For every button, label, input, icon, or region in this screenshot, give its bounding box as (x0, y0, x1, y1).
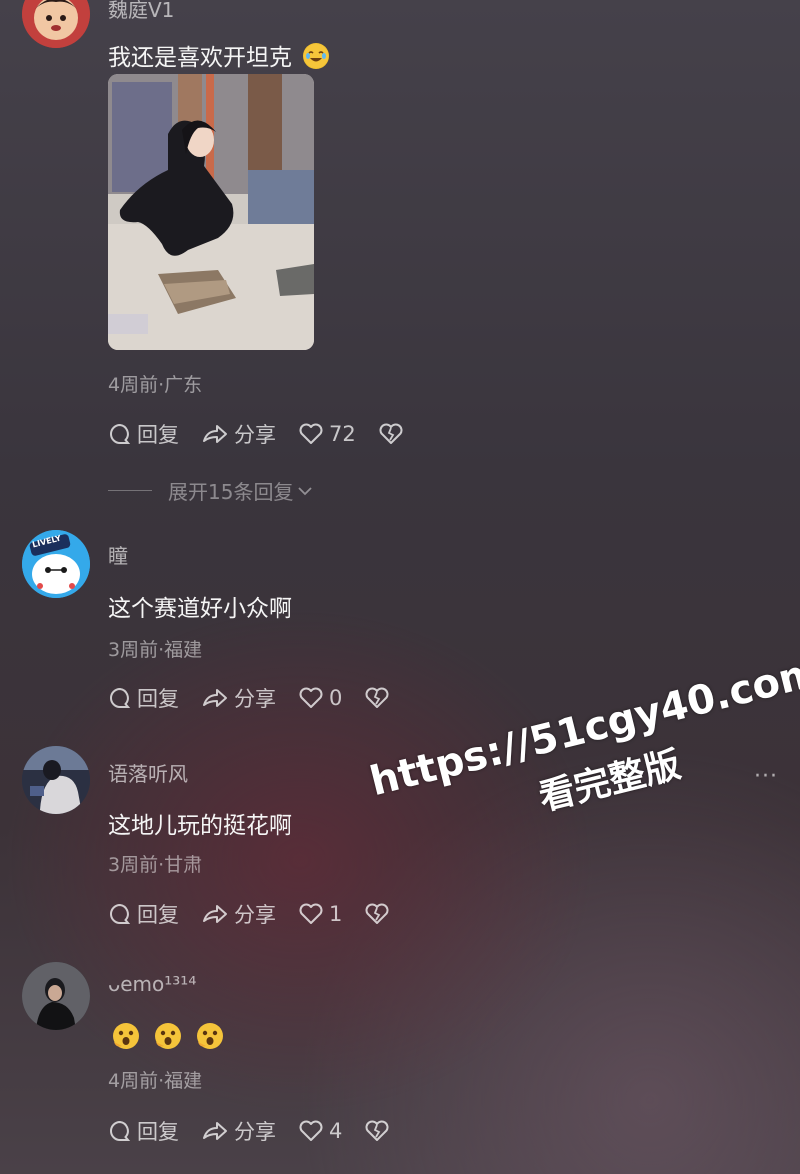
shocked-emoji-icon (196, 1022, 224, 1054)
reply-icon (108, 686, 137, 710)
username[interactable]: 语落听风 (108, 758, 188, 787)
shocked-emoji-icon (154, 1022, 182, 1054)
share-button[interactable]: 分享 (201, 683, 276, 713)
watermark: https://51cgy40.com 看完整版 (339, 593, 800, 860)
laughing-emoji-icon (303, 43, 330, 69)
expand-replies-label: 展开15条回复 (168, 480, 294, 504)
share-icon (201, 1119, 234, 1143)
reply-button[interactable]: 回复 (108, 419, 179, 449)
avatar[interactable] (22, 0, 90, 48)
like-button[interactable]: 72 (298, 422, 356, 446)
shocked-emoji-icon (112, 1022, 140, 1054)
divider (108, 490, 152, 491)
share-label: 分享 (234, 1120, 276, 1144)
broken-heart-icon (378, 422, 409, 446)
heart-icon (298, 902, 329, 926)
chevron-down-icon (297, 485, 313, 497)
share-button[interactable]: 分享 (201, 419, 276, 449)
like-count: 1 (329, 902, 343, 926)
like-count: 72 (329, 422, 356, 446)
reply-label: 回复 (137, 423, 179, 447)
reply-icon (108, 902, 137, 926)
dislike-button[interactable] (364, 1119, 395, 1143)
comment-text-content: 我还是喜欢开坦克 (108, 45, 292, 71)
reply-label: 回复 (137, 903, 179, 927)
reply-label: 回复 (137, 687, 179, 711)
share-icon (201, 902, 234, 926)
comment-actions: 回复 分享 1 (108, 899, 417, 929)
share-icon (201, 686, 234, 710)
comment-text: 这个赛道好小众啊 (108, 596, 292, 622)
reply-label: 回复 (137, 1120, 179, 1144)
share-label: 分享 (234, 687, 276, 711)
share-label: 分享 (234, 903, 276, 927)
heart-icon (298, 686, 329, 710)
share-label: 分享 (234, 423, 276, 447)
username[interactable]: ᴗemo¹³¹⁴ (108, 972, 196, 996)
comment-meta: 3周前·福建 (108, 639, 203, 661)
broken-heart-icon (364, 1119, 395, 1143)
avatar[interactable] (22, 746, 90, 814)
like-count: 4 (329, 1119, 343, 1143)
comment-meta: 3周前·甘肃 (108, 854, 203, 876)
comment-meta: 4周前·广东 (108, 374, 203, 396)
dislike-button[interactable] (378, 422, 409, 446)
reply-button[interactable]: 回复 (108, 683, 179, 713)
like-button[interactable]: 0 (298, 686, 342, 710)
reply-button[interactable]: 回复 (108, 1116, 179, 1146)
avatar[interactable] (22, 962, 90, 1030)
reply-icon (108, 422, 137, 446)
comment-actions: 回复 分享 72 (108, 419, 431, 449)
username[interactable]: 瞳 (108, 540, 128, 569)
comment-text: 这地儿玩的挺花啊 (108, 813, 292, 839)
reply-icon (108, 1119, 137, 1143)
share-icon (201, 422, 234, 446)
heart-icon (298, 1119, 329, 1143)
avatar[interactable]: LIVELY (22, 530, 90, 598)
reply-button[interactable]: 回复 (108, 899, 179, 929)
share-button[interactable]: 分享 (201, 899, 276, 929)
comment-photo[interactable] (108, 74, 314, 350)
like-button[interactable]: 4 (298, 1119, 342, 1143)
like-button[interactable]: 1 (298, 902, 342, 926)
comment-text: 我还是喜欢开坦克 (108, 38, 330, 72)
comment-meta: 4周前·福建 (108, 1070, 203, 1092)
heart-icon (298, 422, 329, 446)
more-options-button[interactable]: ··· (754, 764, 778, 789)
comment-emoji-row (112, 1022, 238, 1054)
username[interactable]: 魏庭V1 (108, 0, 174, 23)
expand-replies-button[interactable]: 展开15条回复 (108, 476, 313, 505)
share-button[interactable]: 分享 (201, 1116, 276, 1146)
comment-actions: 回复 分享 4 (108, 1116, 417, 1146)
dislike-button[interactable] (364, 902, 395, 926)
broken-heart-icon (364, 902, 395, 926)
